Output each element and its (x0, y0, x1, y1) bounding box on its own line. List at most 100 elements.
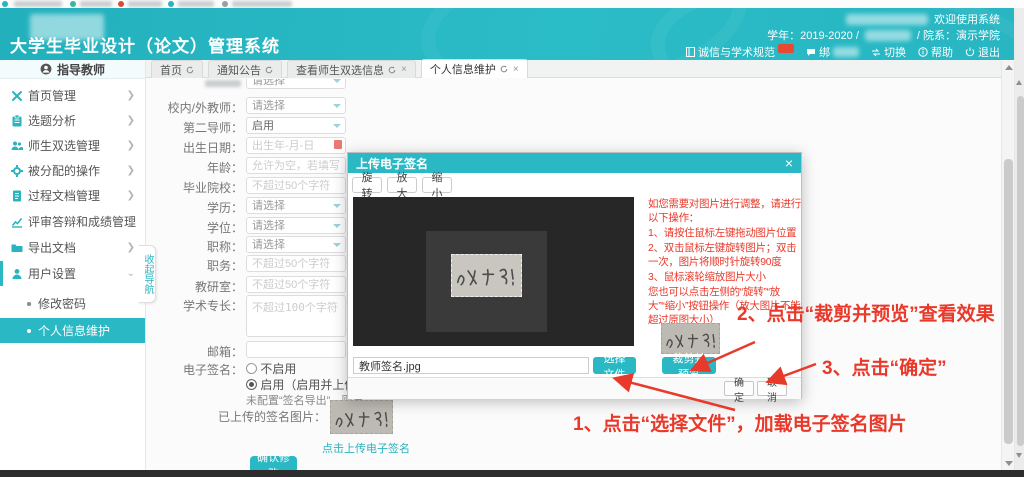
upload-signature-link[interactable]: 点击上传电子签名 (322, 440, 410, 456)
bind-blurred (833, 47, 859, 57)
integrity-link[interactable]: 诚信与学术规范 (686, 44, 794, 60)
app-header: 大学生毕业设计（论文）管理系统 欢迎使用系统 学年：2019-2020 / / … (0, 8, 1014, 60)
sidebar-item-home-manage[interactable]: 首页管理❯ (0, 83, 145, 108)
modal-footer: 确定 取消 (348, 377, 801, 399)
book-icon (686, 47, 695, 57)
tab-mutual-select-info[interactable]: 查看师生双选信息 × (287, 60, 416, 78)
scroll-up-icon[interactable] (1005, 65, 1013, 70)
chevron-right-icon: ❯ (127, 242, 135, 253)
clipboard-icon (11, 115, 23, 127)
image-crop-preview[interactable] (353, 197, 634, 346)
ok-button[interactable]: 确定 (724, 381, 754, 396)
filename-input[interactable] (353, 357, 589, 374)
department: / 院系：演示学院 (917, 27, 1000, 43)
sidebar-item-topic-analysis[interactable]: 选题分析❯ (0, 108, 145, 133)
annotation-step3: 3、点击“确定” (822, 357, 947, 381)
sidebar-item-export-docs[interactable]: 导出文档❯ (0, 235, 145, 260)
sidebar-item-user-settings[interactable]: 用户设置⌄ (0, 261, 145, 286)
logout-link[interactable]: 退出 (965, 44, 1000, 60)
gear-icon (11, 165, 23, 177)
field-label: 教研室： (150, 278, 243, 295)
sidebar-item-assigned-ops[interactable]: 被分配的操作❯ (0, 158, 145, 183)
swap-icon (871, 48, 881, 57)
tools-icon (11, 90, 23, 102)
chat-bubble-icon (806, 48, 816, 57)
page-title: 大学生毕业设计（论文）管理系统 (10, 32, 280, 57)
close-icon[interactable]: × (401, 64, 407, 75)
field-label: 毕业院校： (150, 179, 243, 196)
crop-preview-button[interactable]: 裁剪并预览 (662, 357, 716, 374)
sidebar-item-process-docs[interactable]: 过程文档管理❯ (0, 183, 145, 208)
user-icon (11, 268, 23, 280)
bind-link[interactable]: 绑 (806, 44, 859, 60)
crop-selection[interactable] (451, 254, 522, 297)
radio-icon[interactable] (246, 363, 257, 374)
birthdate-field[interactable] (246, 137, 346, 154)
bottom-bar (0, 470, 1024, 477)
help-link[interactable]: 帮助 (918, 44, 953, 60)
expertise-field[interactable] (246, 295, 346, 337)
close-icon[interactable]: × (785, 156, 793, 170)
form-row-clipped: 请选择 (246, 79, 346, 90)
email-field[interactable] (246, 341, 346, 358)
alma-mater-field[interactable] (246, 177, 346, 194)
name-blurred (865, 30, 911, 41)
esign-off-option[interactable]: 不启用 (246, 360, 296, 377)
scroll-up-icon[interactable] (1016, 80, 1022, 85)
calendar-icon[interactable] (334, 140, 342, 149)
sidebar-role-header: 指导教师 (0, 60, 145, 79)
refresh-icon (265, 66, 273, 74)
select-degree[interactable]: 请选择 (246, 217, 346, 234)
select-title[interactable]: 请选择 (246, 236, 346, 253)
upload-signature-modal: 上传电子签名 × 旋转 放大 缩小 如您需要对图片进行调整，请进行以下操作： 1… (347, 152, 802, 399)
refresh-icon (186, 66, 194, 74)
info-circle-icon (918, 47, 928, 57)
select-clipped[interactable]: 请选择 (246, 79, 346, 89)
refresh-icon (388, 66, 396, 74)
sidebar-item-review-grades[interactable]: 评审答辩和成绩管理❯ (0, 209, 145, 234)
content-scrollbar[interactable] (1001, 61, 1015, 470)
sidebar-item-mutual-select[interactable]: 师生双选管理❯ (0, 133, 145, 158)
username-blurred (846, 14, 928, 25)
annotation-step2: 2、点击“裁剪并预览”查看效果 (737, 303, 1024, 327)
scroll-down-icon[interactable] (1016, 453, 1022, 458)
tab-profile[interactable]: 个人信息维护 × (421, 59, 528, 78)
field-label: 学术专长： (150, 297, 243, 314)
active-indicator (0, 261, 3, 286)
select-teacher-type[interactable]: 请选择 (246, 97, 346, 114)
tab-notices[interactable]: 通知公告 (208, 60, 282, 78)
sidebar-subitem-change-password[interactable]: 修改密码 (0, 291, 145, 316)
chevron-right-icon: ❯ (127, 140, 135, 151)
browser-scrollbar[interactable] (1014, 8, 1024, 470)
welcome-text: 欢迎使用系统 (934, 11, 1000, 27)
scrollbar-thumb[interactable] (1004, 159, 1013, 444)
scrollbar-thumb[interactable] (1017, 96, 1024, 446)
radio-selected-icon[interactable] (246, 379, 257, 390)
field-label: 出生日期： (150, 139, 243, 156)
office-field[interactable] (246, 276, 346, 293)
age-field[interactable] (246, 157, 346, 174)
cancel-button[interactable]: 取消 (757, 381, 787, 396)
tab-bar: 首页 通知公告 查看师生双选信息 × 个人信息维护 × (146, 60, 1001, 78)
choose-file-button[interactable]: 选择文件 (593, 357, 636, 374)
tab-home[interactable]: 首页 (151, 60, 203, 78)
sidebar-subitem-profile[interactable]: 个人信息维护 (0, 318, 145, 343)
field-label: 邮箱： (150, 343, 243, 360)
school-year: 学年：2019-2020 / (767, 27, 859, 43)
sidebar-role-label: 指导教师 (57, 61, 105, 78)
chevron-right-icon: ❯ (127, 190, 135, 201)
position-field[interactable] (246, 255, 346, 272)
switch-link[interactable]: 切换 (871, 44, 906, 60)
users-icon (11, 140, 23, 152)
collapse-nav-tab[interactable]: 收起导航 (138, 245, 156, 303)
scroll-down-icon[interactable] (1005, 461, 1013, 466)
zoom-out-button[interactable]: 缩小 (422, 177, 452, 193)
close-icon[interactable]: × (513, 64, 519, 75)
field-label: 年龄： (150, 159, 243, 176)
select-second-advisor[interactable]: 启用 (246, 117, 346, 134)
bookmark-favicon (168, 1, 174, 7)
rotate-button[interactable]: 旋转 (352, 177, 382, 193)
select-education[interactable]: 请选择 (246, 197, 346, 214)
bookmark-favicon (118, 1, 124, 7)
zoom-in-button[interactable]: 放大 (387, 177, 417, 193)
